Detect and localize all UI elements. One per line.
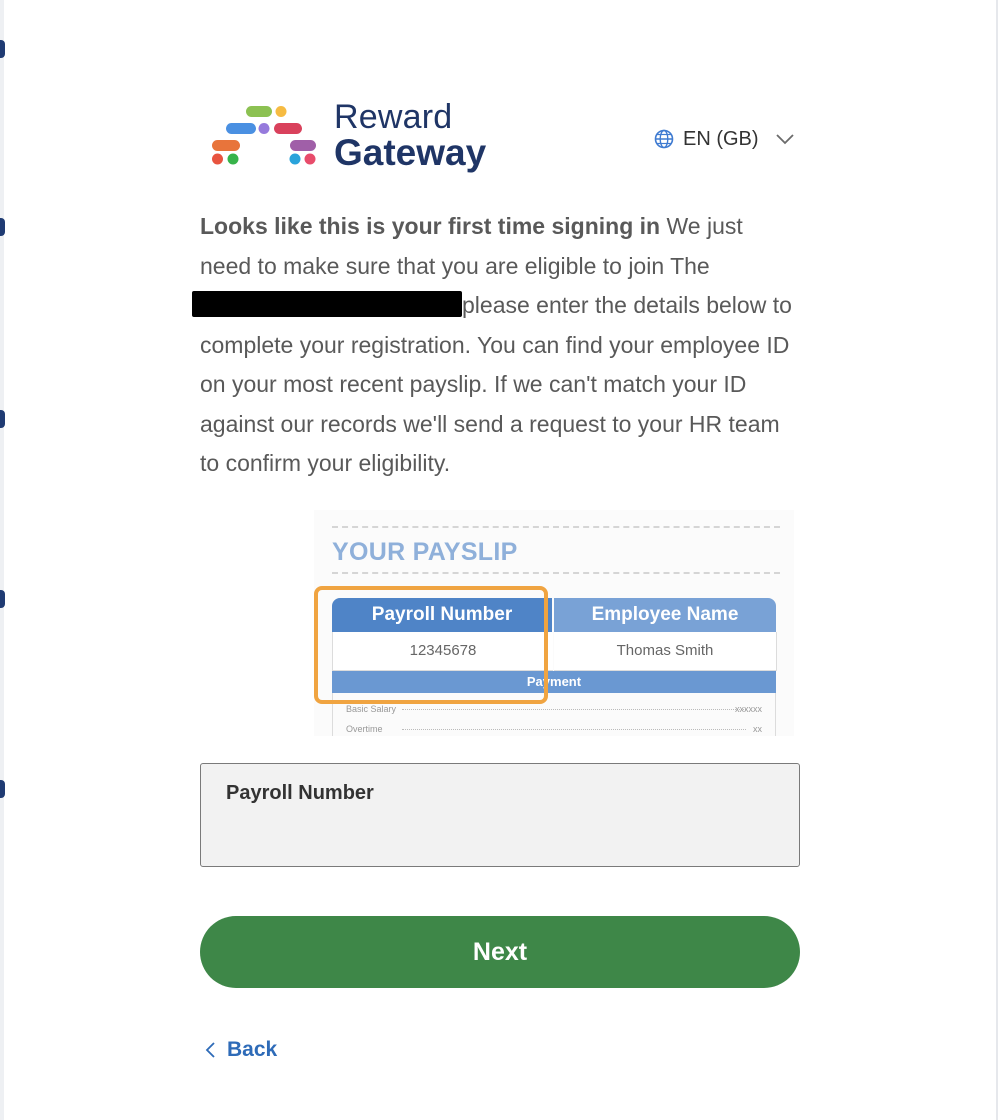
back-label: Back bbox=[227, 1038, 278, 1061]
chevron-down-icon bbox=[775, 134, 794, 145]
background-edge-mark bbox=[0, 780, 5, 798]
globe-icon bbox=[654, 129, 674, 149]
logo-mark-icon bbox=[212, 106, 316, 165]
payroll-number-field[interactable]: Payroll Number bbox=[200, 763, 800, 867]
payroll-number-highlight bbox=[314, 586, 548, 704]
intro-heading: Looks like this is your first time signi… bbox=[200, 213, 661, 239]
payroll-number-label: Payroll Number bbox=[226, 782, 374, 804]
payslip-divider bbox=[332, 526, 780, 528]
background-edge-mark bbox=[0, 40, 5, 58]
background-edge-mark bbox=[0, 590, 5, 608]
payslip-header-employee-name: Employee Name bbox=[554, 598, 776, 632]
payslip-title: YOUR PAYSLIP bbox=[332, 538, 518, 566]
payslip-row-value: xxxxxx bbox=[735, 704, 762, 714]
payslip-row-dots bbox=[402, 729, 746, 730]
language-label: EN (GB) bbox=[683, 127, 759, 150]
next-button[interactable]: Next bbox=[200, 916, 800, 988]
intro-message: Looks like this is your first time signi… bbox=[192, 207, 800, 484]
payslip-row-label: Basic Salary bbox=[346, 704, 397, 714]
logo-wordmark: Reward Gateway bbox=[334, 100, 486, 171]
reward-gateway-logo: Reward Gateway bbox=[210, 100, 510, 176]
page-edge bbox=[0, 0, 4, 1120]
background-edge-mark bbox=[0, 218, 5, 236]
logo-word-reward: Reward bbox=[334, 98, 453, 136]
payslip-row: Basic Salary xxxxxx bbox=[332, 702, 776, 716]
redacted-company-name bbox=[192, 290, 462, 317]
payslip-divider bbox=[332, 572, 780, 574]
payslip-employee-name-value: Thomas Smith bbox=[554, 632, 777, 671]
payslip-row-value: xx bbox=[753, 724, 762, 734]
language-selector[interactable]: EN (GB) bbox=[654, 124, 795, 154]
logo-word-gateway: Gateway bbox=[334, 132, 487, 173]
payslip-row: Overtime xx bbox=[332, 722, 776, 736]
payroll-number-input[interactable] bbox=[225, 822, 775, 852]
payslip-row-label: Overtime bbox=[346, 724, 383, 734]
chevron-left-icon bbox=[205, 1042, 215, 1058]
back-link[interactable]: Back bbox=[204, 1038, 277, 1062]
payslip-row-dots bbox=[402, 709, 746, 710]
background-edge-mark bbox=[0, 410, 5, 428]
intro-text-part2: please enter the details below to comple… bbox=[200, 292, 792, 476]
